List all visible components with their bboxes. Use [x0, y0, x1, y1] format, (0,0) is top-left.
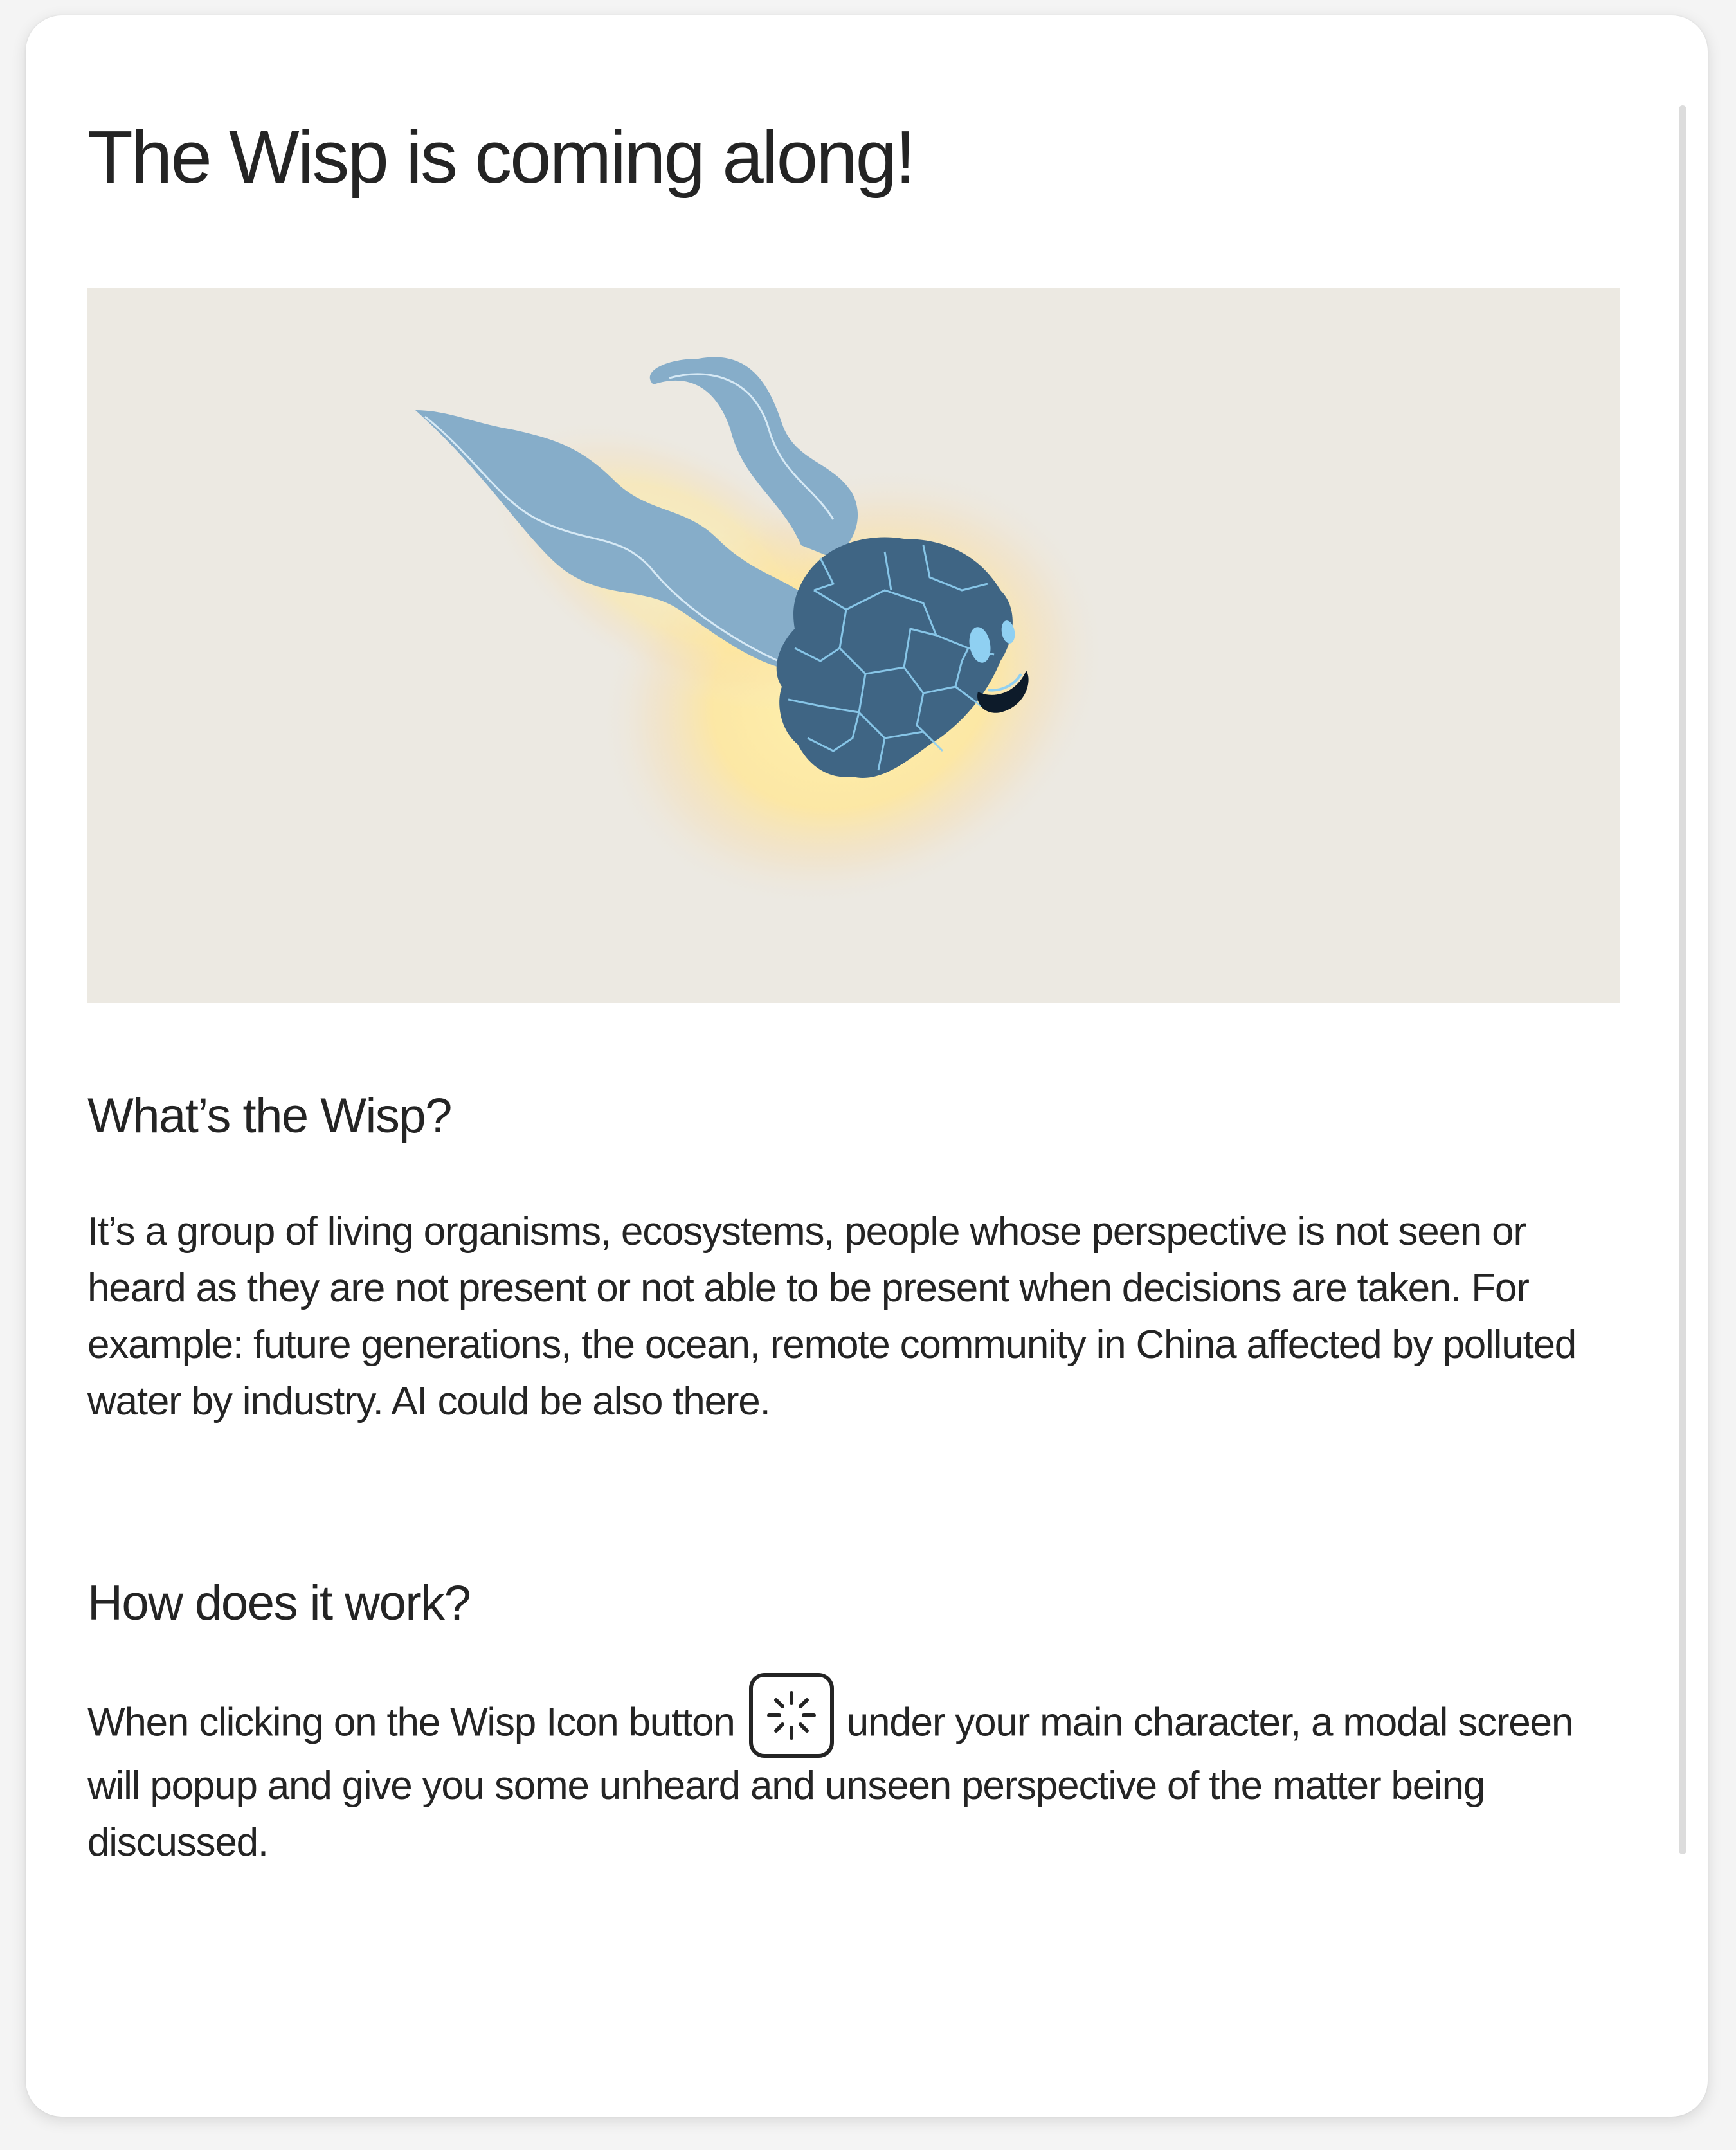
wisp-info-modal: The Wisp is coming along! What’s the Wis… [26, 15, 1708, 2117]
wisp-icon-button-example [748, 1673, 834, 1758]
wisp-illustration [87, 288, 1620, 1003]
section-how-body-before: When clicking on the Wisp Icon button [87, 1700, 736, 1745]
section-what-body: It’s a group of living organisms, ecosys… [87, 1209, 1577, 1423]
section-what-heading: What’s the Wisp? [87, 1089, 452, 1143]
modal-title: The Wisp is coming along! [87, 115, 916, 199]
modal-scrollbar[interactable] [1679, 105, 1686, 1854]
section-how-heading: How does it work? [87, 1576, 471, 1631]
section-how-body: When clicking on the Wisp Icon button und… [87, 1673, 1620, 1871]
wisp-sparkle-icon [766, 1691, 816, 1740]
